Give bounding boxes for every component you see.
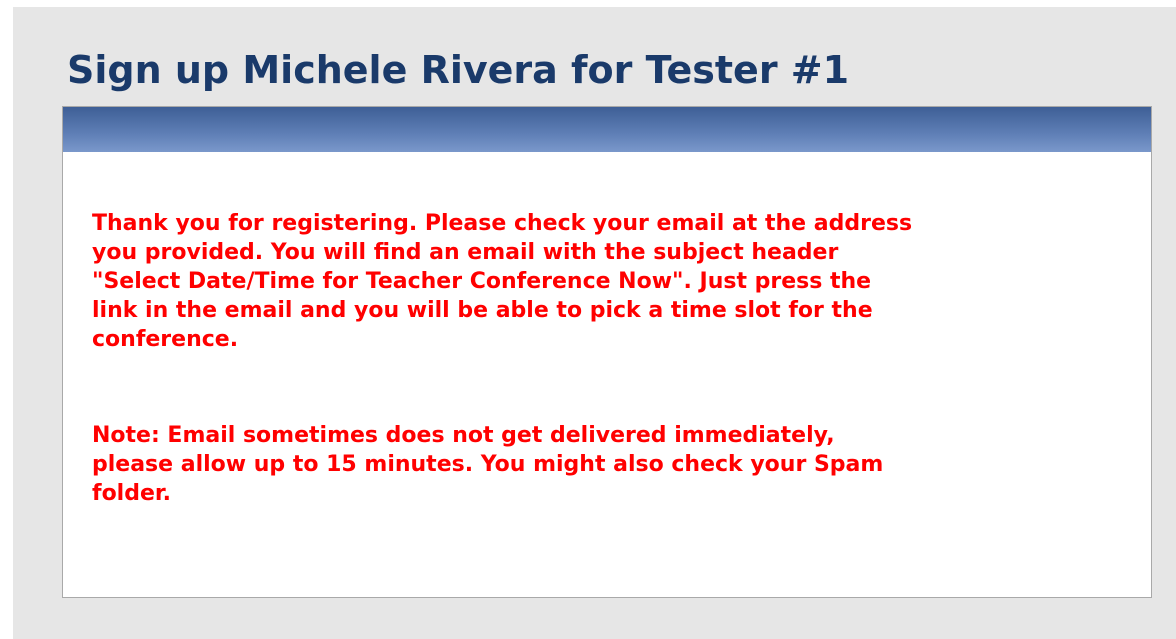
panel-header-bar [63,107,1151,152]
email-delivery-note: Note: Email sometimes does not get deliv… [92,421,1132,508]
registration-confirmation-message: Thank you for registering. Please check … [92,209,1132,354]
message-line: conference. [92,327,239,352]
note-line: please allow up to 15 minutes. You might… [92,452,884,477]
page-title: Sign up Michele Rivera for Tester #1 [67,48,850,92]
message-line: "Select Date/Time for Teacher Conference… [92,269,872,294]
message-line: you provided. You will find an email wit… [92,240,839,265]
message-line: Thank you for registering. Please check … [92,211,913,236]
page-background: Sign up Michele Rivera for Tester #1 Tha… [13,7,1176,639]
note-line: Note: Email sometimes does not get deliv… [92,423,835,448]
note-line: folder. [92,481,171,506]
message-line: link in the email and you will be able t… [92,298,873,323]
confirmation-panel: Thank you for registering. Please check … [62,106,1152,598]
